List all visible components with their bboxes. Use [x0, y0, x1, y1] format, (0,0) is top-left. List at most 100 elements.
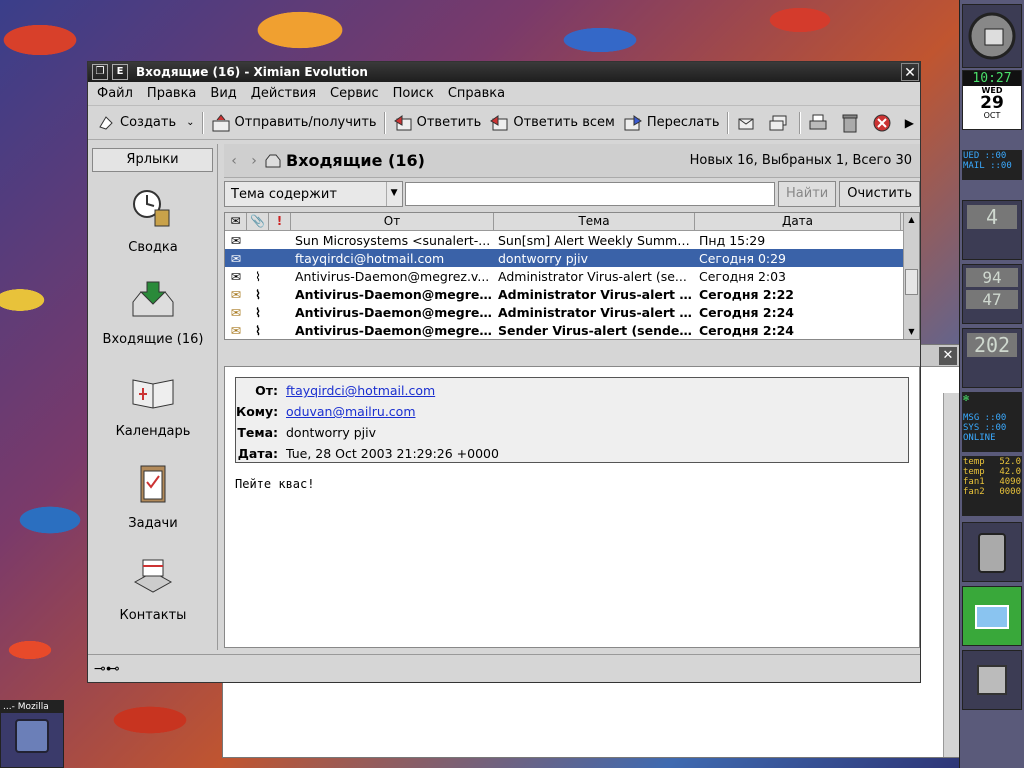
clock-time: 10:27: [963, 71, 1021, 86]
clear-button[interactable]: Очистить: [839, 181, 920, 207]
dock: 10:27 WED 29 OCT UED ::00 MAIL ::00 4 94…: [959, 0, 1024, 768]
message-from: Antivirus-Daemon@megrez...: [295, 304, 494, 320]
taskbar-mozilla[interactable]: ...- Mozilla: [0, 700, 64, 768]
unread-envelope-icon: ✉: [230, 286, 242, 302]
forward-icon: [624, 114, 642, 130]
connection-plug-icon[interactable]: ⊸⊷: [94, 661, 120, 677]
copy-button[interactable]: [764, 108, 796, 138]
menu-actions[interactable]: Действия: [244, 86, 323, 101]
dock-mem: 94 47: [962, 264, 1022, 324]
message-row[interactable]: ✉ ⌇ Antivirus-Daemon@megrez... Administr…: [225, 285, 919, 303]
icq-flower-icon: ✻: [963, 393, 970, 404]
background-close-icon[interactable]: ✕: [939, 347, 957, 365]
date-value: Tue, 28 Oct 2003 21:29:26 +0000: [286, 446, 499, 461]
message-preview: От: ftayqirdci@hotmail.com Кому: oduvan@ma…: [224, 366, 920, 648]
from-link[interactable]: ftayqirdci@hotmail.com: [286, 383, 435, 398]
shortcut-summary[interactable]: Сводка: [88, 186, 218, 255]
search-input[interactable]: [404, 182, 776, 206]
message-row[interactable]: ✉ Sun Microsystems <sunalert-... Sun[sm]…: [225, 231, 919, 249]
dock-logo[interactable]: [962, 4, 1022, 68]
dock-net: 202: [962, 328, 1022, 388]
status-column-header[interactable]: ✉: [225, 213, 247, 230]
from-label: От:: [255, 383, 278, 398]
sensor-value-1: 52.0: [999, 457, 1021, 467]
move-icon: [738, 118, 753, 129]
reply-button[interactable]: Ответить: [389, 108, 486, 138]
message-date: Сегодня 2:03: [699, 268, 787, 284]
message-list-scrollbar[interactable]: ▲ ▼: [903, 213, 919, 339]
shortcut-bar-header[interactable]: Ярлыки: [92, 148, 213, 172]
shortcut-tasks[interactable]: Задачи: [88, 462, 218, 531]
evolution-menu-button[interactable]: E: [112, 64, 128, 80]
send-receive-button[interactable]: Отправить/получить: [207, 108, 381, 138]
flag-column-header[interactable]: !: [269, 213, 291, 230]
dock-window-switcher[interactable]: [962, 586, 1022, 646]
menu-help[interactable]: Справка: [441, 86, 512, 101]
forward-nav-icon[interactable]: ›: [244, 153, 264, 169]
paperclip-icon: 📎: [250, 214, 265, 228]
background-scrollbar[interactable]: [943, 393, 959, 757]
folder-title: Входящие (16): [286, 151, 425, 170]
sensor-label-3: fan1: [963, 477, 985, 487]
toolbar: Создать ⌄ Отправить/получить Ответить От…: [88, 106, 920, 140]
reply-label: Ответить: [416, 115, 482, 130]
move-button[interactable]: [732, 108, 764, 138]
delete-button[interactable]: [836, 108, 868, 138]
subject-label: Тема:: [237, 425, 278, 440]
shortcut-inbox[interactable]: Входящие (16): [88, 278, 218, 347]
scroll-down-icon[interactable]: ▼: [904, 325, 919, 339]
menu-edit[interactable]: Правка: [140, 86, 203, 101]
from-column-header[interactable]: От: [291, 213, 494, 230]
read-envelope-icon: ✉: [230, 268, 242, 284]
clock-date: 29: [980, 93, 1004, 113]
toolbar-overflow-icon[interactable]: ▶: [905, 116, 914, 130]
dock-mail: UED ::00 MAIL ::00: [962, 150, 1022, 180]
attachment-column-header[interactable]: 📎: [247, 213, 269, 230]
priority-icon: !: [276, 214, 283, 228]
back-icon[interactable]: ‹: [224, 153, 244, 169]
sensor-value-2: 42.0: [999, 467, 1021, 477]
menu-search[interactable]: Поиск: [386, 86, 441, 101]
mozilla-icon: [15, 719, 49, 753]
message-date: Сегодня 0:29: [699, 250, 787, 266]
to-link[interactable]: oduvan@mailru.com: [286, 404, 416, 419]
tasks-clipboard-icon: [140, 465, 166, 503]
window-menu-button[interactable]: ❐: [92, 64, 108, 80]
message-row[interactable]: ✉ ⌇ Antivirus-Daemon@megrez.v... Adminis…: [225, 267, 919, 285]
close-icon[interactable]: ✕: [901, 63, 919, 81]
stop-button[interactable]: [868, 108, 900, 138]
subject-column-header[interactable]: Тема: [494, 213, 695, 230]
mem-value-2: 47: [966, 290, 1018, 309]
scroll-up-icon[interactable]: ▲: [904, 213, 919, 227]
menu-tools[interactable]: Сервис: [323, 86, 386, 101]
shortcut-tasks-label: Задачи: [128, 516, 178, 531]
message-row-selected[interactable]: ✉ ftayqirdci@hotmail.com dontworry pjiv …: [225, 249, 919, 267]
taskbar-mozilla-label: ...- Mozilla: [1, 701, 63, 713]
dock-trash[interactable]: [962, 650, 1022, 710]
printer-icon: [809, 114, 826, 129]
forward-button[interactable]: Переслать: [619, 108, 724, 138]
mail-line-2: MAIL ::00: [963, 161, 1012, 171]
shortcut-calendar[interactable]: Календарь: [88, 370, 218, 439]
message-from: Antivirus-Daemon@megrez.v...: [295, 268, 490, 284]
create-button[interactable]: Создать ⌄: [92, 108, 199, 138]
date-label: Дата:: [237, 446, 278, 461]
reply-all-button[interactable]: Ответить всем: [485, 108, 618, 138]
message-subject: Administrator Virus-alert (s...: [498, 286, 695, 302]
shortcut-contacts[interactable]: Контакты: [88, 554, 218, 623]
dropdown-arrow-icon: ▼: [385, 182, 402, 206]
message-row[interactable]: ✉ ⌇ Antivirus-Daemon@megrez... Administr…: [225, 303, 919, 321]
search-bar: Тема содержит ▼ Найти Очистить: [224, 178, 920, 210]
sensor-label-2: temp: [963, 467, 985, 477]
message-row[interactable]: ✉ ⌇ Antivirus-Daemon@megrez... Sender Vi…: [225, 321, 919, 339]
scrollbar-thumb[interactable]: [905, 269, 918, 295]
print-button[interactable]: [804, 108, 836, 138]
menu-view[interactable]: Вид: [203, 86, 243, 101]
search-criteria-select[interactable]: Тема содержит ▼: [224, 181, 403, 207]
toolbar-separator: [726, 111, 729, 134]
find-button[interactable]: Найти: [778, 181, 837, 207]
menu-file[interactable]: Файл: [90, 86, 140, 101]
date-column-header[interactable]: Дата: [695, 213, 901, 230]
dock-palm[interactable]: [962, 522, 1022, 582]
message-from: Antivirus-Daemon@megrez...: [295, 322, 494, 338]
